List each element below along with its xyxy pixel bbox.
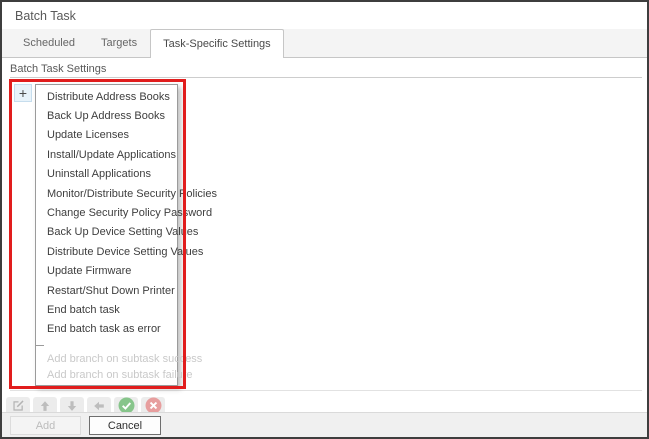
menu-item[interactable]: End batch task: [36, 300, 177, 319]
menu-item[interactable]: Distribute Address Books: [36, 87, 177, 106]
tab-task-specific-settings[interactable]: Task-Specific Settings: [150, 29, 284, 58]
top-divider: [10, 77, 642, 78]
menu-item[interactable]: Uninstall Applications: [36, 165, 177, 184]
tab-bar: Scheduled Targets Task-Specific Settings: [2, 29, 647, 58]
tab-label: Scheduled: [23, 37, 75, 49]
task-type-menu: Distribute Address Books Back Up Address…: [35, 84, 178, 386]
add-button[interactable]: Add: [10, 416, 81, 435]
cancel-button[interactable]: Cancel: [89, 416, 161, 435]
batch-task-dialog: Batch Task Scheduled Targets Task-Specif…: [0, 0, 649, 439]
menu-item[interactable]: Back Up Address Books: [36, 106, 177, 125]
menu-item[interactable]: Back Up Device Setting Values: [36, 223, 177, 242]
titlebar: Batch Task: [2, 2, 647, 29]
dialog-footer: Add Cancel: [2, 412, 647, 437]
menu-item-disabled: Add branch on subtask success: [36, 351, 177, 367]
menu-item[interactable]: Change Security Policy Password: [36, 203, 177, 222]
tab-label: Targets: [101, 37, 137, 49]
bottom-divider: [10, 390, 642, 391]
menu-item[interactable]: Install/Update Applications: [36, 145, 177, 164]
add-subtask-button[interactable]: +: [14, 84, 32, 102]
tab-content: Batch Task Settings + Distribute Address…: [2, 58, 647, 437]
menu-item[interactable]: Update Firmware: [36, 262, 177, 281]
menu-item[interactable]: End batch task as error: [36, 320, 177, 339]
menu-item[interactable]: Distribute Device Setting Values: [36, 242, 177, 261]
tab-label: Task-Specific Settings: [163, 38, 271, 50]
menu-item[interactable]: Restart/Shut Down Printer: [36, 281, 177, 300]
menu-item-disabled: Add branch on subtask failure: [36, 367, 177, 383]
menu-item[interactable]: Monitor/Distribute Security Policies: [36, 184, 177, 203]
section-label: Batch Task Settings: [10, 63, 106, 75]
menu-separator: [36, 339, 177, 351]
plus-icon: +: [19, 86, 27, 100]
tab-scheduled[interactable]: Scheduled: [10, 29, 88, 57]
menu-item[interactable]: Update Licenses: [36, 126, 177, 145]
tab-targets[interactable]: Targets: [88, 29, 150, 57]
dialog-title: Batch Task: [15, 9, 76, 23]
